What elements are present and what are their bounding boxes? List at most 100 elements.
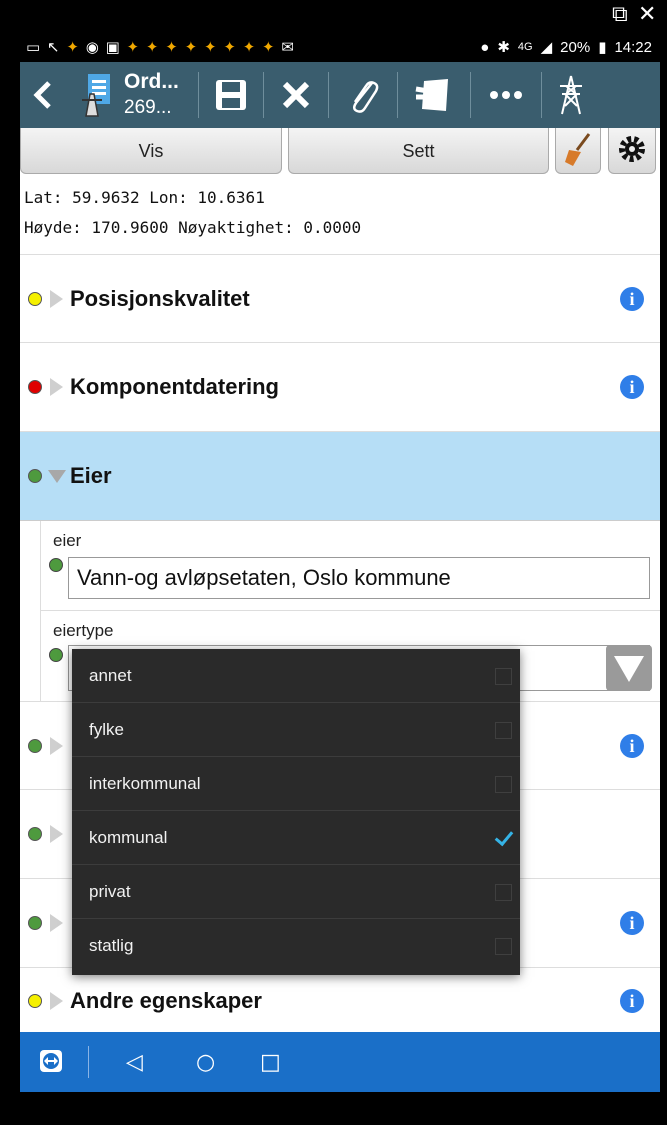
settings-button[interactable] [608,128,656,174]
status-dot [28,827,42,841]
divider [88,1046,89,1078]
dropdown-option-interkommunal[interactable]: interkommunal [72,757,520,811]
missed-call-icon: ↖ [46,38,61,56]
document-icon [66,62,122,128]
star-icon: ✦ [262,38,276,56]
screen-icon: ▭ [26,38,42,56]
section-eier[interactable]: Eier [20,432,660,521]
eye-icon: ◉ [85,38,100,56]
phone-screen: ▭ ↖ ✦ ◉ ▣ ✦ ✦ ✦ ✦ ✦ ✦ ✦ ✦ ✉ ● ✱ 4G ◢ 20%… [20,32,660,1092]
dropdown-option-fylke[interactable]: fylke [72,703,520,757]
bluetooth-icon: ✱ [497,39,510,56]
teamviewer-icon[interactable] [40,1050,62,1072]
dropdown-option-privat[interactable]: privat [72,865,520,919]
sett-button[interactable]: Sett [288,128,549,174]
status-dot [28,739,42,753]
notes-icon [415,79,448,111]
battery-percent: 20% [560,38,591,56]
field-label: eiertype [53,621,114,640]
expand-arrow-icon [50,914,63,932]
app-toolbar: Ord... 269... [20,62,660,128]
clock: 14:22 [614,38,652,56]
dropdown-option-annet[interactable]: annet [72,649,520,703]
section-andre-egenskaper[interactable]: Andre egenskaper i [20,968,660,1032]
section-title: Posisjonskvalitet [70,286,250,311]
section-komponentdatering[interactable]: Komponentdatering i [20,343,660,432]
checkbox[interactable] [495,668,512,685]
battery-icon: ▮ [598,39,607,56]
pylon-icon [560,75,582,115]
nav-home-icon[interactable]: ○ [196,1050,215,1075]
star-icon: ✦ [223,38,237,56]
dropdown-option-kommunal[interactable]: kommunal [72,811,520,865]
popout-icon[interactable]: ⧉ [612,2,628,27]
checkbox[interactable] [495,776,512,793]
notification-icons: ▭ ↖ ✦ ◉ ▣ ✦ ✦ ✦ ✦ ✦ ✦ ✦ ✦ ✉ [26,38,295,56]
more-button[interactable] [471,62,541,128]
dropdown-option-statlig[interactable]: statlig [72,919,520,973]
info-icon[interactable]: i [620,375,644,399]
mail-icon: ✉ [281,38,295,56]
option-label: kommunal [89,828,168,847]
app-icon: ▣ [105,38,121,56]
section-title: Andre egenskaper [70,988,262,1013]
notes-button[interactable] [398,62,470,128]
checkbox[interactable] [495,938,512,955]
android-nav-bar: ◁ ○ □ [20,1032,660,1092]
section-title: Komponentdatering [70,374,279,399]
info-icon[interactable]: i [620,989,644,1013]
gear-icon [619,136,645,162]
option-label: statlig [89,936,134,955]
pylon-button[interactable] [542,62,600,128]
save-button[interactable] [199,62,263,128]
status-dot [28,994,42,1008]
checkbox[interactable] [495,884,512,901]
star-icon: ✦ [66,38,80,56]
option-label: fylke [89,720,124,739]
section-posisjonskvalitet[interactable]: Posisjonskvalitet i [20,254,660,343]
nav-recents-icon[interactable]: □ [260,1050,281,1075]
expand-arrow-icon [50,825,63,843]
back-icon [33,81,51,109]
clear-button[interactable] [555,128,601,174]
status-dot [49,648,63,662]
checkbox[interactable] [495,722,512,739]
status-indicators: ● ✱ 4G ◢ 20% ▮ 14:22 [480,38,652,57]
option-label: privat [89,882,131,901]
paperclip-icon [353,81,379,113]
broom-icon [565,133,591,166]
info-icon[interactable]: i [620,287,644,311]
record-title: Ord... [124,70,179,93]
info-icon[interactable]: i [620,734,644,758]
window-titlebar: ⧉ ✕ [0,0,667,32]
height-accuracy-text: Høyde: 170.9600 Nøyaktighet: 0.0000 [24,218,362,237]
cancel-icon [282,81,310,109]
status-dot [28,469,42,483]
network-label: 4G [517,41,533,53]
collapse-arrow-icon [48,470,66,483]
info-icon[interactable]: i [620,911,644,935]
expand-arrow-icon [50,737,63,755]
star-icon: ✦ [145,38,160,56]
close-icon[interactable]: ✕ [638,2,656,27]
star-icon: ✦ [242,38,257,56]
eier-input[interactable]: Vann-og avløpsetaten, Oslo kommune [68,557,650,599]
nav-back-icon[interactable]: ◁ [126,1050,143,1075]
attach-button[interactable] [329,62,397,128]
record-subtitle: 269... [124,97,172,118]
checkbox-checked[interactable] [495,830,512,847]
cancel-button[interactable] [264,62,328,128]
expand-arrow-icon [50,992,63,1010]
record-title-block: Ord... 269... [122,69,198,121]
lat-lon-text: Lat: 59.9632 Lon: 10.6361 [24,188,265,207]
status-dot [28,292,42,306]
vis-button[interactable]: Vis [20,128,282,174]
chevron-down-icon[interactable] [606,645,652,691]
star-icon: ✦ [165,38,179,56]
more-icon [490,91,522,99]
back-button[interactable] [20,62,66,128]
option-label: interkommunal [89,774,201,793]
expand-arrow-icon [50,290,63,308]
section-title: Eier [70,463,112,488]
field-label: eier [53,531,82,550]
